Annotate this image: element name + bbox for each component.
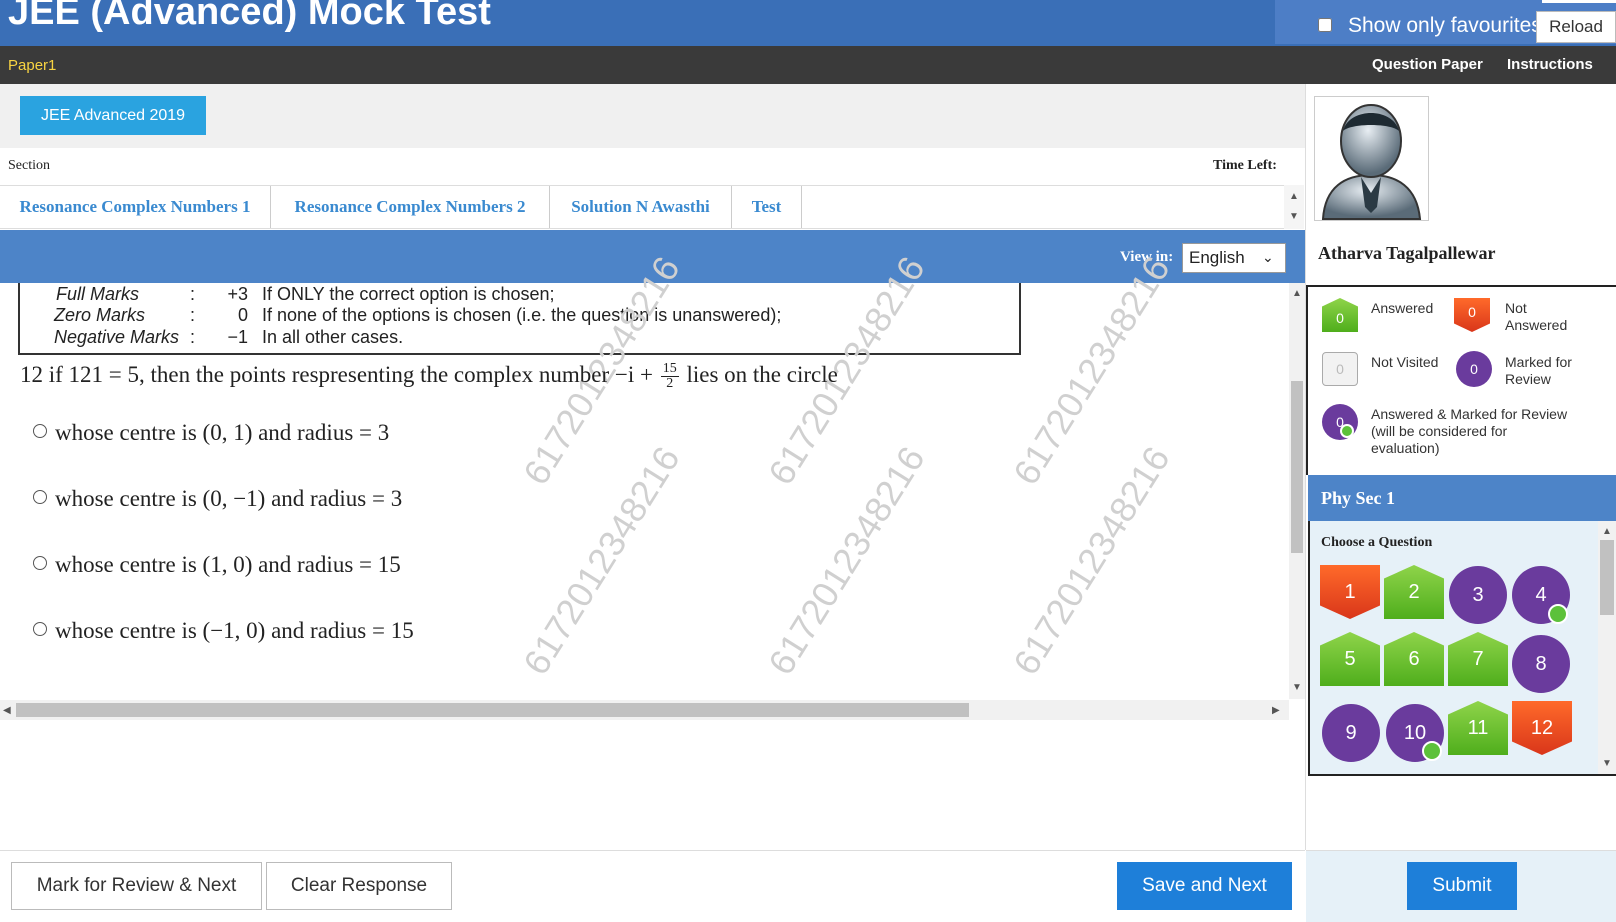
- not-visited-icon: 0: [1322, 352, 1358, 386]
- candidate-name: Atharva Tagalpallewar: [1318, 243, 1496, 263]
- content-hscroll-thumb[interactable]: [16, 703, 969, 717]
- option-c[interactable]: whose centre is (1, 0) and radius = 15: [33, 552, 401, 578]
- question-button-3[interactable]: 3: [1449, 566, 1507, 624]
- paper-label: Paper1: [8, 57, 57, 74]
- radio-button[interactable]: [33, 424, 47, 438]
- reload-button[interactable]: Reload: [1536, 11, 1616, 43]
- user-avatar-icon: [1321, 104, 1422, 220]
- radio-button[interactable]: [33, 622, 47, 636]
- scroll-down-icon[interactable]: ▼: [1289, 211, 1299, 222]
- app-title: JEE (Advanced) Mock Test: [8, 0, 491, 33]
- legend-not-visited-label: Not Visited: [1371, 354, 1439, 370]
- scroll-up-icon[interactable]: ▲: [1602, 526, 1612, 537]
- palette-scroll-thumb[interactable]: [1600, 540, 1614, 615]
- save-next-button[interactable]: Save and Next: [1117, 862, 1292, 910]
- palette-section-title: Phy Sec 1: [1321, 488, 1395, 508]
- content-scroll-thumb[interactable]: [1291, 381, 1303, 553]
- time-left-label: Time Left:: [1213, 158, 1277, 173]
- clear-response-button[interactable]: Clear Response: [266, 862, 452, 910]
- reload-tab-edge: [1542, 0, 1616, 3]
- scroll-up-icon[interactable]: ▲: [1289, 191, 1299, 202]
- instructions-link[interactable]: Instructions: [1507, 56, 1593, 73]
- scroll-right-icon[interactable]: ▶: [1272, 705, 1280, 716]
- chevron-down-icon: ⌄: [1262, 249, 1274, 265]
- question-button-8[interactable]: 8: [1512, 635, 1570, 693]
- favourites-label: Show only favourites: [1348, 14, 1542, 37]
- scroll-left-icon[interactable]: ◀: [3, 705, 11, 716]
- scroll-up-icon[interactable]: ▲: [1292, 288, 1302, 299]
- radio-button[interactable]: [33, 490, 47, 504]
- answered-badge-icon: [1422, 741, 1442, 761]
- answered-badge-icon: [1340, 424, 1354, 438]
- legend-answered-marked-label: Answered & Marked for Review (will be con…: [1371, 406, 1568, 456]
- question-paper-link[interactable]: Question Paper: [1372, 56, 1483, 73]
- avatar: [1314, 96, 1429, 221]
- question-text: 12 if 121 = 5, then the points respresen…: [20, 361, 838, 392]
- tab-section-2[interactable]: Resonance Complex Numbers 2: [271, 186, 550, 228]
- option-a[interactable]: whose centre is (0, 1) and radius = 3: [33, 420, 389, 446]
- marking-row: Negative Marks: −1 In all other cases.: [54, 327, 404, 347]
- favourites-checkbox[interactable]: [1318, 18, 1332, 32]
- question-button-9[interactable]: 9: [1322, 704, 1380, 762]
- tab-section-3[interactable]: Solution N Awasthi: [550, 186, 732, 228]
- section-label: Section: [8, 158, 50, 173]
- fraction: 15 2: [660, 361, 679, 392]
- exam-name-button[interactable]: JEE Advanced 2019: [20, 96, 206, 135]
- submit-button[interactable]: Submit: [1407, 862, 1517, 910]
- mark-review-next-button[interactable]: Mark for Review & Next: [11, 862, 262, 910]
- marked-review-icon: 0: [1456, 351, 1492, 387]
- answered-badge-icon: [1548, 604, 1568, 624]
- option-b[interactable]: whose centre is (0, −1) and radius = 3: [33, 486, 402, 512]
- tab-section-4[interactable]: Test: [732, 186, 802, 228]
- option-d[interactable]: whose centre is (−1, 0) and radius = 15: [33, 618, 414, 644]
- tabs-scrollbar[interactable]: ▲ ▼: [1284, 185, 1304, 229]
- legend-not-answered-label: Not Answered: [1505, 300, 1568, 333]
- scroll-down-icon[interactable]: ▼: [1292, 682, 1302, 693]
- tab-section-1[interactable]: Resonance Complex Numbers 1: [0, 186, 271, 228]
- legend-answered-label: Answered: [1371, 300, 1434, 316]
- marking-row: Zero Marks:0 If none of the options is ch…: [54, 305, 782, 325]
- legend-marked-label: Marked for Review: [1505, 354, 1572, 387]
- scroll-down-icon[interactable]: ▼: [1602, 758, 1612, 769]
- choose-question-label: Choose a Question: [1321, 535, 1433, 550]
- section-tabs: Resonance Complex Numbers 1 Resonance Co…: [0, 185, 1284, 229]
- radio-button[interactable]: [33, 556, 47, 570]
- marking-row: Full Marks: +3 If ONLY the correct option …: [56, 284, 555, 304]
